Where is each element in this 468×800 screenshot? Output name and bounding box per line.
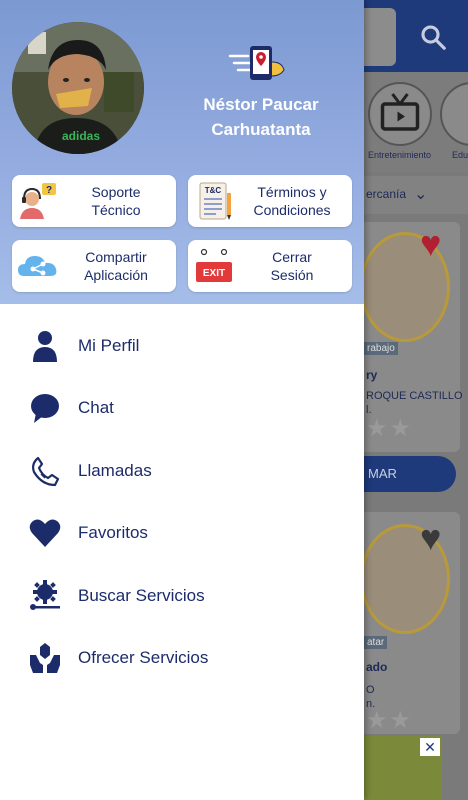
menu-item-label: Llamadas <box>78 460 152 480</box>
user-name: Néstor Paucar Carhuatanta <box>203 95 319 139</box>
category-label: Edu <box>452 150 468 160</box>
card-name: ry <box>366 368 378 382</box>
profile-photo[interactable]: adidas <box>12 22 144 154</box>
exit-sign-icon: EXIT <box>196 248 232 282</box>
chevron-down-icon: ⌄ <box>414 186 428 203</box>
drawer-header: adidas Néstor Paucar Carhuatanta ? Sopor… <box>0 0 364 304</box>
card-subtitle: O <box>366 684 375 696</box>
close-icon: ✕ <box>420 738 440 756</box>
menu-item-label: Buscar Servicios <box>78 585 205 605</box>
share-icon <box>18 256 57 276</box>
gear-icon <box>30 579 60 610</box>
heart-icon <box>29 519 61 548</box>
app-logo-icon <box>228 46 285 80</box>
svg-text:?: ? <box>46 185 52 196</box>
navigation-drawer: adidas Néstor Paucar Carhuatanta ? Sopor… <box>0 0 364 800</box>
menu-item-label: Ofrecer Servicios <box>78 647 209 667</box>
tv-category-icon <box>368 82 432 146</box>
heart-icon: ♥ <box>420 517 442 558</box>
terms-document-icon: T&C <box>199 182 231 220</box>
terms-button[interactable]: T&C Términos y Condiciones <box>188 175 352 227</box>
rating-stars: ★★ <box>366 707 414 734</box>
svg-text:EXIT: EXIT <box>203 268 225 279</box>
terms-button-label: Términos y Condiciones <box>253 184 331 218</box>
menu-item-search-services[interactable]: Buscar Servicios <box>0 566 364 628</box>
logout-button-label: Cerrar Sesión <box>270 249 314 283</box>
menu-item-profile[interactable]: Mi Perfil <box>0 316 364 378</box>
category-label: Entretenimiento <box>368 150 432 160</box>
menu-item-calls[interactable]: Llamadas <box>0 441 364 503</box>
menu-item-label: Chat <box>78 398 114 418</box>
support-agent-icon: ? <box>20 183 56 219</box>
svg-text:T&C: T&C <box>205 186 222 195</box>
menu-item-label: Favoritos <box>78 523 148 543</box>
menu-item-offer-services[interactable]: Ofrecer Servicios <box>0 628 364 690</box>
card-subtitle: ROQUE CASTILLO <box>366 390 463 402</box>
logout-button[interactable]: EXIT Cerrar Sesión <box>188 240 352 292</box>
person-icon <box>33 331 57 362</box>
share-button[interactable]: Compartir Aplicación <box>12 240 176 292</box>
education-category-icon <box>440 82 468 146</box>
support-button-label: Soporte Técnico <box>91 184 141 218</box>
card-tag: atar <box>364 636 388 649</box>
svg-text:adidas: adidas <box>62 129 100 143</box>
rating-stars: ★★ <box>366 415 414 442</box>
heart-icon: ♥ <box>420 223 442 264</box>
chat-bubble-icon <box>31 394 59 424</box>
filter-label: ercanía <box>366 187 407 201</box>
drawer-menu: Mi Perfil Chat Llamadas Favoritos Buscar… <box>0 316 364 690</box>
card-name: ado <box>366 660 388 674</box>
phone-icon <box>32 456 60 486</box>
card-tag: rabajo <box>364 342 398 355</box>
hands-icon <box>30 642 60 673</box>
search-icon <box>421 25 446 50</box>
menu-item-favorites[interactable]: Favoritos <box>0 503 364 565</box>
menu-item-label: Mi Perfil <box>78 336 140 355</box>
share-button-label: Compartir Aplicación <box>84 249 148 283</box>
support-button[interactable]: ? Soporte Técnico <box>12 175 176 227</box>
menu-item-chat[interactable]: Chat <box>0 378 364 440</box>
card-action-label: MAR <box>368 466 397 481</box>
